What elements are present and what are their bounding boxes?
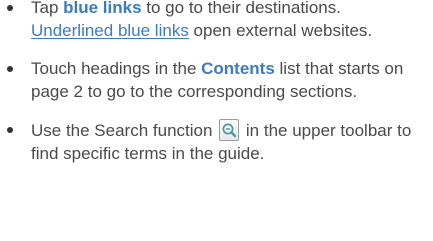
magnifier-glyph: [222, 123, 237, 138]
tip-text: open external websites.: [188, 20, 373, 40]
bullet-icon: [7, 5, 13, 11]
tip-item-contents: Touch headings in the Contents list that…: [0, 58, 425, 103]
bullet-icon: [7, 66, 13, 72]
keyword-blue-links: blue links: [63, 0, 142, 17]
tips-list: Tap blue links to go to their destinatio…: [0, 0, 433, 165]
tip-text: Tap: [31, 0, 64, 17]
tip-text: to go to their destinations.: [141, 0, 341, 17]
tip-item-search: Use the Search function in the upper too…: [0, 119, 425, 165]
underlined-link[interactable]: Underlined blue links: [31, 21, 189, 40]
tip-text: Use the Search function: [31, 121, 218, 140]
search-zoom-icon[interactable]: [219, 119, 240, 141]
keyword-contents: Contents: [201, 59, 275, 78]
bullet-icon: [7, 127, 13, 133]
tip-text: Touch headings in the: [31, 59, 202, 78]
tip-item-links: Tap blue links to go to their destinatio…: [0, 0, 425, 42]
